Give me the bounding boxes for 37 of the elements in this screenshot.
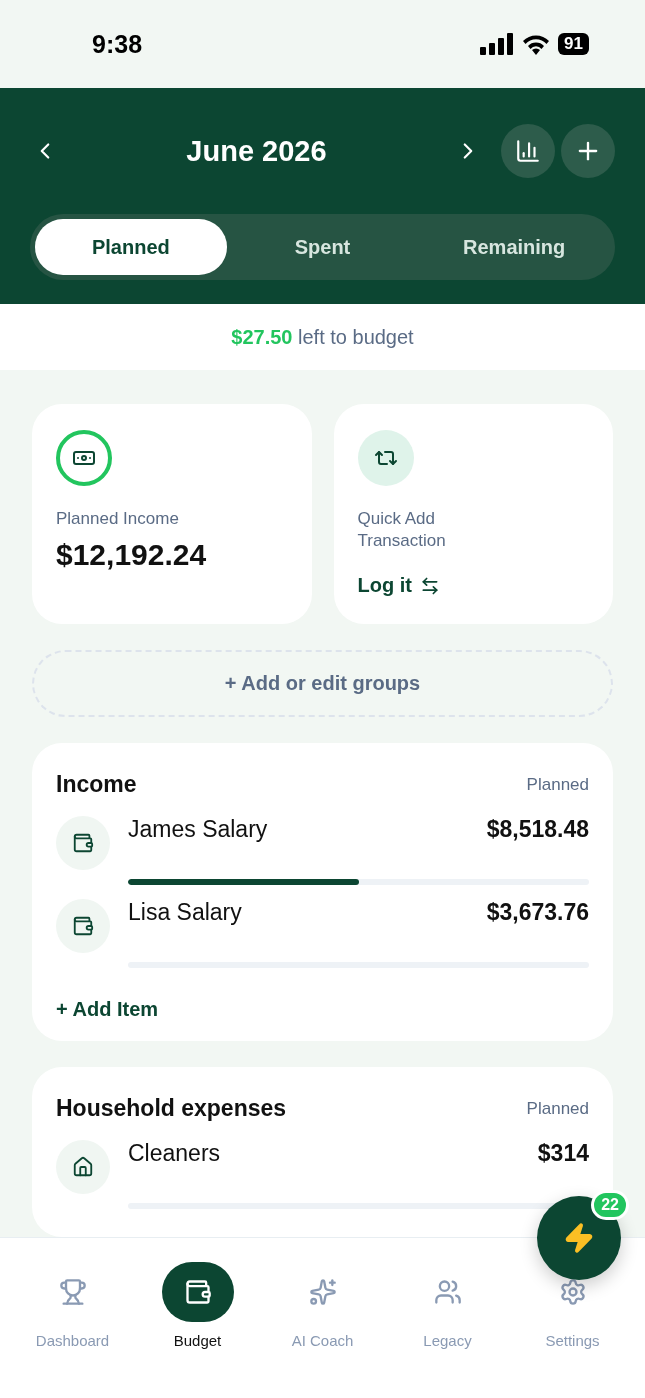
- wallet-icon: [161, 1262, 234, 1322]
- card-label: Planned Income: [56, 508, 180, 530]
- column-label: Planned: [526, 774, 589, 795]
- add-button[interactable]: [561, 124, 615, 178]
- battery-level: 91: [558, 33, 589, 55]
- item-name[interactable]: Cleaners: [128, 1140, 221, 1167]
- chart-button[interactable]: [501, 124, 555, 178]
- signal-icon: [480, 33, 515, 55]
- left-to-budget-text: $27.50 left to budget: [231, 325, 414, 349]
- item-amount: $8,518.48: [486, 816, 589, 843]
- group-title: Household expenses: [56, 1095, 287, 1122]
- add-groups-button[interactable]: + Add or edit groups: [32, 650, 613, 717]
- banknote-icon: [56, 430, 112, 486]
- item-name[interactable]: Lisa Salary: [128, 899, 242, 926]
- group-title: Income: [56, 771, 137, 798]
- trophy-icon: [58, 1278, 87, 1306]
- card-label: Quick Add Transaction: [357, 508, 447, 552]
- status-time: 9:38: [92, 29, 143, 59]
- item-name[interactable]: James Salary: [128, 816, 268, 843]
- item-amount: $314: [537, 1140, 589, 1167]
- view-tab[interactable]: Remaining: [418, 219, 610, 275]
- item-amount: $3,673.76: [486, 899, 589, 926]
- log-it-link[interactable]: Log it: [357, 574, 589, 597]
- sparkles-icon: [308, 1278, 337, 1306]
- add-item-link[interactable]: + Add Item: [56, 998, 589, 1021]
- lightning-icon: [563, 1222, 595, 1254]
- view-tab[interactable]: Spent: [226, 219, 419, 275]
- bar-chart-icon: [515, 138, 541, 164]
- wifi-icon: [522, 33, 551, 55]
- nav-tab[interactable]: Budget: [135, 1262, 260, 1349]
- view-tab[interactable]: Planned: [35, 219, 227, 275]
- notification-badge: 22: [591, 1190, 629, 1220]
- column-label: Planned: [526, 1098, 589, 1119]
- settings-icon: [558, 1278, 587, 1306]
- users-icon: [433, 1278, 462, 1306]
- month-title: June 2026: [185, 134, 328, 168]
- income-value: $12,192.24: [56, 538, 208, 572]
